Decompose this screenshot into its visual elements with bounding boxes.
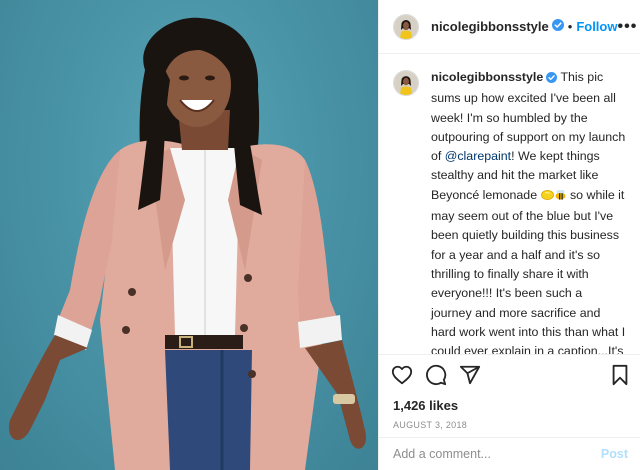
bee-emoji	[554, 188, 567, 207]
avatar[interactable]	[393, 13, 419, 40]
more-options-button[interactable]: •••	[617, 18, 637, 36]
caption-username[interactable]: nicolegibbonsstyle	[431, 70, 543, 84]
mention-link[interactable]: @clarepaint	[445, 149, 511, 163]
username[interactable]: nicolegibbonsstyle	[431, 19, 549, 34]
caption-verified-badge-icon	[546, 70, 558, 89]
bookmark-icon[interactable]	[610, 364, 630, 386]
caption-body-3: so while it may seem out of the blue but…	[431, 187, 626, 354]
likes-count[interactable]: 1,426 likes	[379, 394, 640, 418]
verified-badge-icon	[551, 18, 564, 36]
comment-input[interactable]	[393, 446, 601, 461]
instagram-post: nicolegibbonsstyle • Follow ••• nicolegi…	[0, 0, 640, 470]
avatar-image	[394, 14, 418, 39]
lemon-emoji	[540, 188, 554, 207]
post-photo-illustration	[9, 17, 367, 470]
post-header: nicolegibbonsstyle • Follow •••	[379, 0, 640, 54]
post-date: AUGUST 3, 2018	[393, 420, 468, 430]
action-bar	[379, 354, 640, 394]
caption-avatar-image	[394, 71, 418, 95]
caption-text: nicolegibbonsstyle This pic sums up how …	[431, 68, 626, 354]
share-icon[interactable]	[459, 364, 481, 386]
post-photo[interactable]	[0, 0, 378, 470]
post-comment-button[interactable]: Post	[601, 447, 628, 461]
add-comment-bar: Post	[379, 436, 640, 470]
follow-button[interactable]: Follow	[576, 19, 617, 34]
post-detail-panel: nicolegibbonsstyle • Follow ••• nicolegi…	[378, 0, 640, 470]
separator-dot: •	[567, 19, 573, 34]
heart-icon[interactable]	[391, 364, 413, 386]
comment-icon[interactable]	[425, 364, 447, 386]
caption-avatar[interactable]	[393, 70, 419, 96]
caption-area: nicolegibbonsstyle This pic sums up how …	[379, 54, 640, 354]
